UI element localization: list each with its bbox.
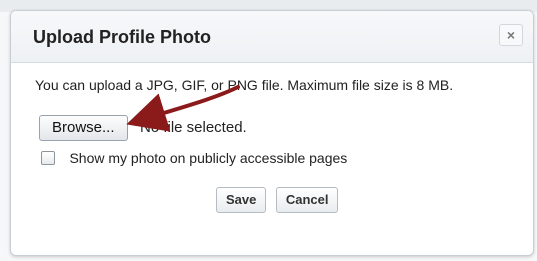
close-button[interactable]: × bbox=[499, 24, 523, 46]
file-status-text: No file selected. bbox=[139, 119, 247, 136]
browse-button[interactable]: Browse... bbox=[39, 115, 128, 141]
public-photo-option: Show my photo on publicly accessible pag… bbox=[41, 149, 347, 169]
dialog-actions: Save Cancel bbox=[216, 187, 343, 213]
dialog-title: Upload Profile Photo bbox=[33, 27, 211, 47]
public-photo-checkbox[interactable] bbox=[41, 150, 55, 165]
save-button[interactable]: Save bbox=[216, 187, 267, 213]
screenshot-stage: Upload Profile Photo × You can upload a … bbox=[0, 0, 537, 261]
cancel-button[interactable]: Cancel bbox=[275, 187, 339, 213]
upload-instructions: You can upload a JPG, GIF, or PNG file. … bbox=[35, 77, 454, 93]
upload-profile-photo-dialog: Upload Profile Photo × You can upload a … bbox=[10, 10, 534, 256]
public-photo-checkbox-label[interactable]: Show my photo on publicly accessible pag… bbox=[69, 150, 347, 166]
close-icon: × bbox=[506, 27, 516, 43]
file-input-row: Browse... No file selected. bbox=[39, 115, 247, 141]
dialog-header: Upload Profile Photo × bbox=[11, 11, 533, 63]
